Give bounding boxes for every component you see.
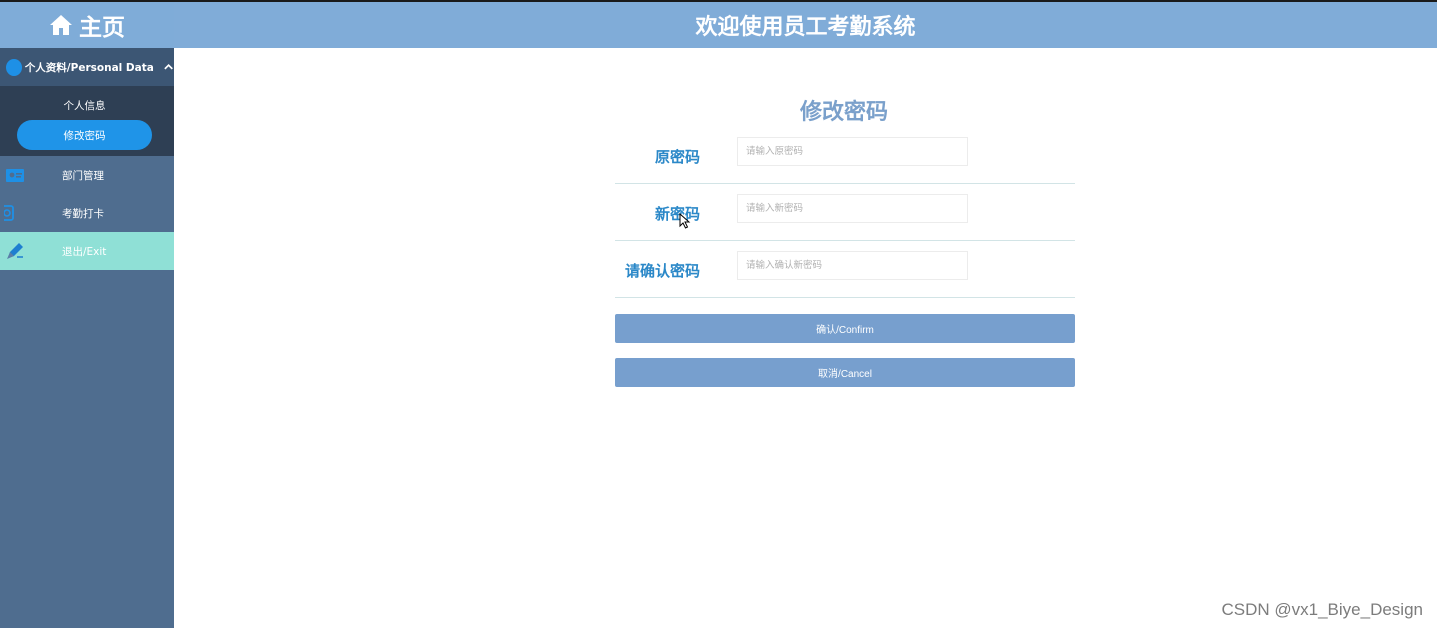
confirm-password-label: 请确认密码 bbox=[624, 262, 700, 280]
chevron-up-icon bbox=[164, 63, 173, 70]
sidebar-item-attendance[interactable]: 考勤打卡 bbox=[0, 194, 174, 232]
checkin-icon bbox=[4, 205, 14, 221]
watermark: CSDN @vx1_Biye_Design bbox=[1221, 600, 1423, 619]
old-password-input[interactable] bbox=[737, 137, 968, 166]
sidebar-item-department[interactable]: 部门管理 bbox=[0, 156, 174, 194]
submenu-item-label: 个人信息 bbox=[63, 99, 106, 112]
sidebar-item-label: 考勤打卡 bbox=[62, 207, 104, 220]
id-card-icon bbox=[6, 169, 24, 182]
sidebar: 主页 个人资料/Personal Data 个人信息 修改密码 部门管理 考勤打… bbox=[0, 2, 174, 628]
home-label: 主页 bbox=[79, 15, 125, 41]
page-title: 修改密码 bbox=[799, 100, 888, 125]
sidebar-item-label: 退出/Exit bbox=[62, 245, 107, 258]
sidebar-item-label: 部门管理 bbox=[62, 169, 104, 182]
header-title: 欢迎使用员工考勤系统 bbox=[695, 15, 916, 40]
form-row-old-password: 原密码 bbox=[615, 127, 1075, 184]
submenu-item-change-password[interactable]: 修改密码 bbox=[17, 120, 152, 150]
mouse-cursor-icon bbox=[679, 213, 691, 229]
menu-section-label: 个人资料/Personal Data bbox=[24, 61, 154, 74]
confirm-password-input[interactable] bbox=[737, 251, 968, 280]
new-password-input[interactable] bbox=[737, 194, 968, 223]
sidebar-item-exit[interactable]: 退出/Exit bbox=[0, 232, 174, 270]
cancel-button[interactable]: 取消/Cancel bbox=[615, 358, 1075, 387]
pencil-icon bbox=[7, 243, 23, 259]
home-icon bbox=[50, 15, 72, 35]
submenu-item-label: 修改密码 bbox=[63, 129, 106, 142]
user-circle-icon bbox=[6, 58, 22, 76]
old-password-label: 原密码 bbox=[654, 148, 700, 166]
form-row-confirm-password: 请确认密码 bbox=[615, 241, 1075, 298]
menu-section-personal-data[interactable]: 个人资料/Personal Data bbox=[0, 48, 174, 86]
top-header: 欢迎使用员工考勤系统 bbox=[174, 2, 1437, 48]
confirm-button[interactable]: 确认/Confirm bbox=[615, 314, 1075, 343]
main-content: 修改密码 原密码 新密码 请确认密码 确认/Confirm 取消/Cancel bbox=[174, 48, 1437, 628]
submenu-item-personal-info[interactable]: 个人信息 bbox=[17, 90, 152, 120]
home-link[interactable]: 主页 bbox=[0, 2, 174, 48]
new-password-label: 新密码 bbox=[654, 205, 700, 223]
submenu-personal-data: 个人信息 修改密码 bbox=[0, 86, 174, 156]
